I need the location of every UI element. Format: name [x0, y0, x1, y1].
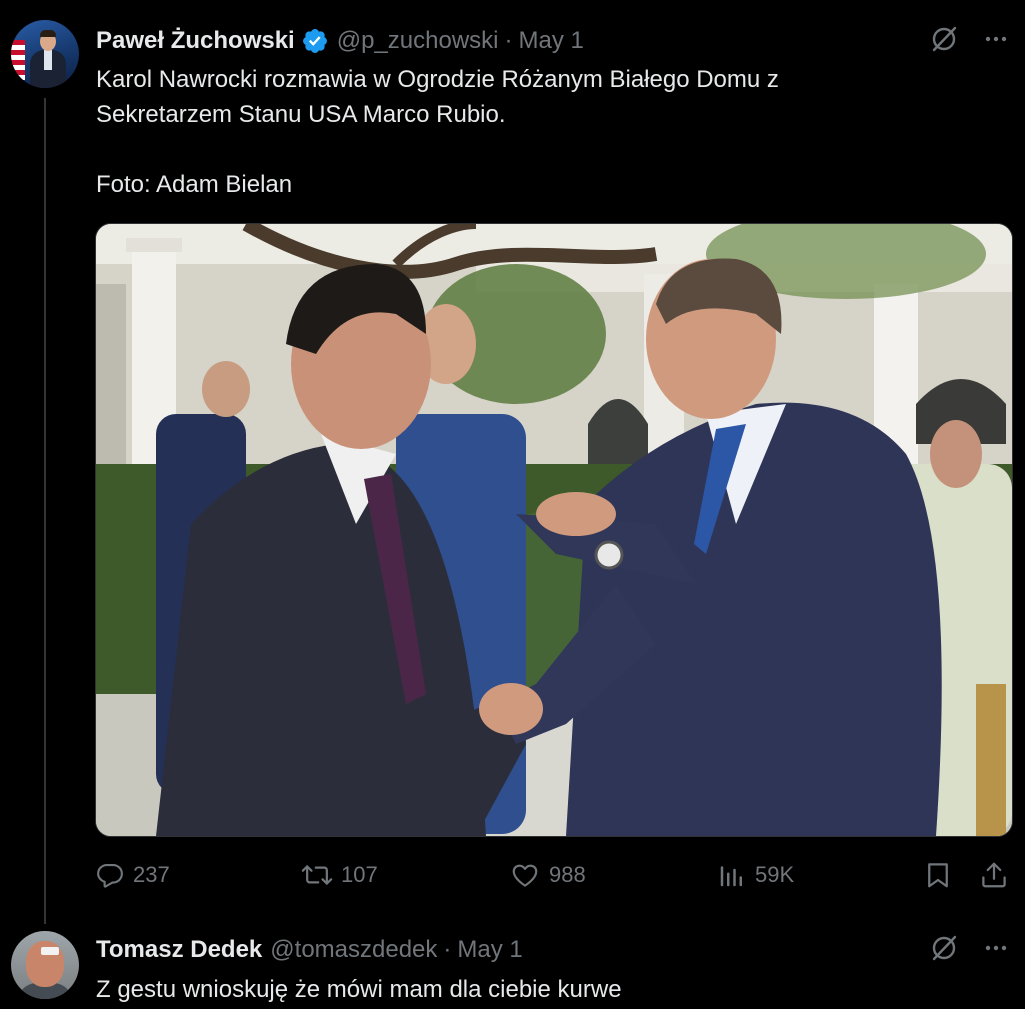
grok-icon[interactable]	[929, 933, 959, 963]
like-count: 988	[549, 862, 586, 887]
reply-button[interactable]: 237	[95, 856, 170, 894]
verified-badge-icon[interactable]	[301, 27, 329, 55]
reply-header: Tomasz Dedek @tomaszdedek · May 1	[96, 935, 523, 965]
reply-author-handle[interactable]: @tomaszdedek	[270, 936, 437, 964]
reply-separator-dot: ·	[443, 936, 452, 963]
repost-icon	[301, 860, 333, 890]
thread-connector-line	[44, 98, 46, 924]
share-button[interactable]	[979, 856, 1009, 894]
reply-author-avatar[interactable]	[11, 931, 79, 999]
share-icon	[979, 860, 1009, 890]
tweet-top-actions	[929, 24, 1009, 54]
like-button[interactable]: 988	[509, 856, 586, 894]
views-button[interactable]: 59K	[717, 856, 794, 894]
repost-button[interactable]: 107	[301, 856, 378, 894]
grok-icon[interactable]	[929, 24, 959, 54]
tweet-date[interactable]: May 1	[519, 27, 584, 55]
repost-count: 107	[341, 862, 378, 887]
tweet-photo[interactable]	[95, 223, 1013, 837]
heart-icon	[509, 860, 541, 890]
more-options-icon[interactable]	[983, 26, 1009, 52]
bookmark-icon	[923, 860, 953, 890]
bookmark-button[interactable]	[923, 856, 953, 894]
reply-icon	[95, 860, 125, 890]
reply-text: Z gestu wnioskuję że mówi mam dla ciebie…	[96, 976, 622, 1003]
tweet-thread: Paweł Żuchowski @p_zuchowski · May 1 Kar	[0, 0, 1025, 1009]
tweet-text: Karol Nawrocki rozmawia w Ogrodzie Różan…	[96, 66, 779, 198]
views-count: 59K	[755, 862, 795, 887]
reply-date[interactable]: May 1	[457, 936, 522, 964]
reply-top-actions	[929, 933, 1009, 963]
reply-author-name[interactable]: Tomasz Dedek	[96, 936, 262, 964]
separator-dot: ·	[504, 27, 513, 54]
reply-count: 237	[133, 862, 170, 887]
tweet-header: Paweł Żuchowski @p_zuchowski · May 1	[96, 26, 584, 56]
views-chart-icon	[717, 860, 747, 890]
author-avatar[interactable]	[11, 20, 79, 88]
author-handle[interactable]: @p_zuchowski	[337, 27, 499, 55]
more-options-icon[interactable]	[983, 935, 1009, 961]
author-name[interactable]: Paweł Żuchowski	[96, 27, 295, 55]
tweet-action-bar: 237 107 988 59K	[95, 856, 1011, 894]
